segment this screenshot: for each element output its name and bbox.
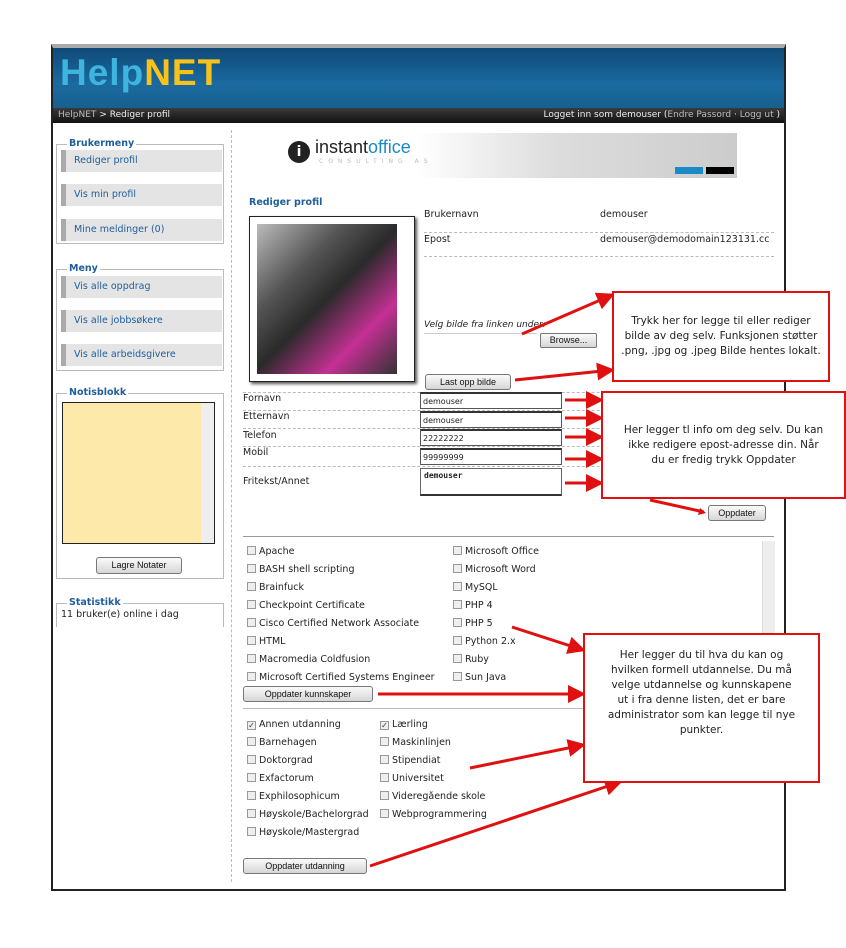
annotation-profile-help: Her legger tl info om deg selv. Du kan i…: [601, 391, 846, 499]
annotation-photo-help: Trykk her for legge til eller rediger bi…: [612, 291, 830, 382]
arrow: [511, 625, 586, 654]
arrow: [469, 739, 586, 770]
annotation-skills-help: Her legger du til hva du kan og hvilken …: [583, 633, 820, 783]
arrow: [369, 778, 623, 868]
arrow: [521, 292, 615, 336]
arrowhead: [698, 508, 706, 515]
arrow: [649, 498, 705, 514]
arrow: [514, 362, 615, 382]
